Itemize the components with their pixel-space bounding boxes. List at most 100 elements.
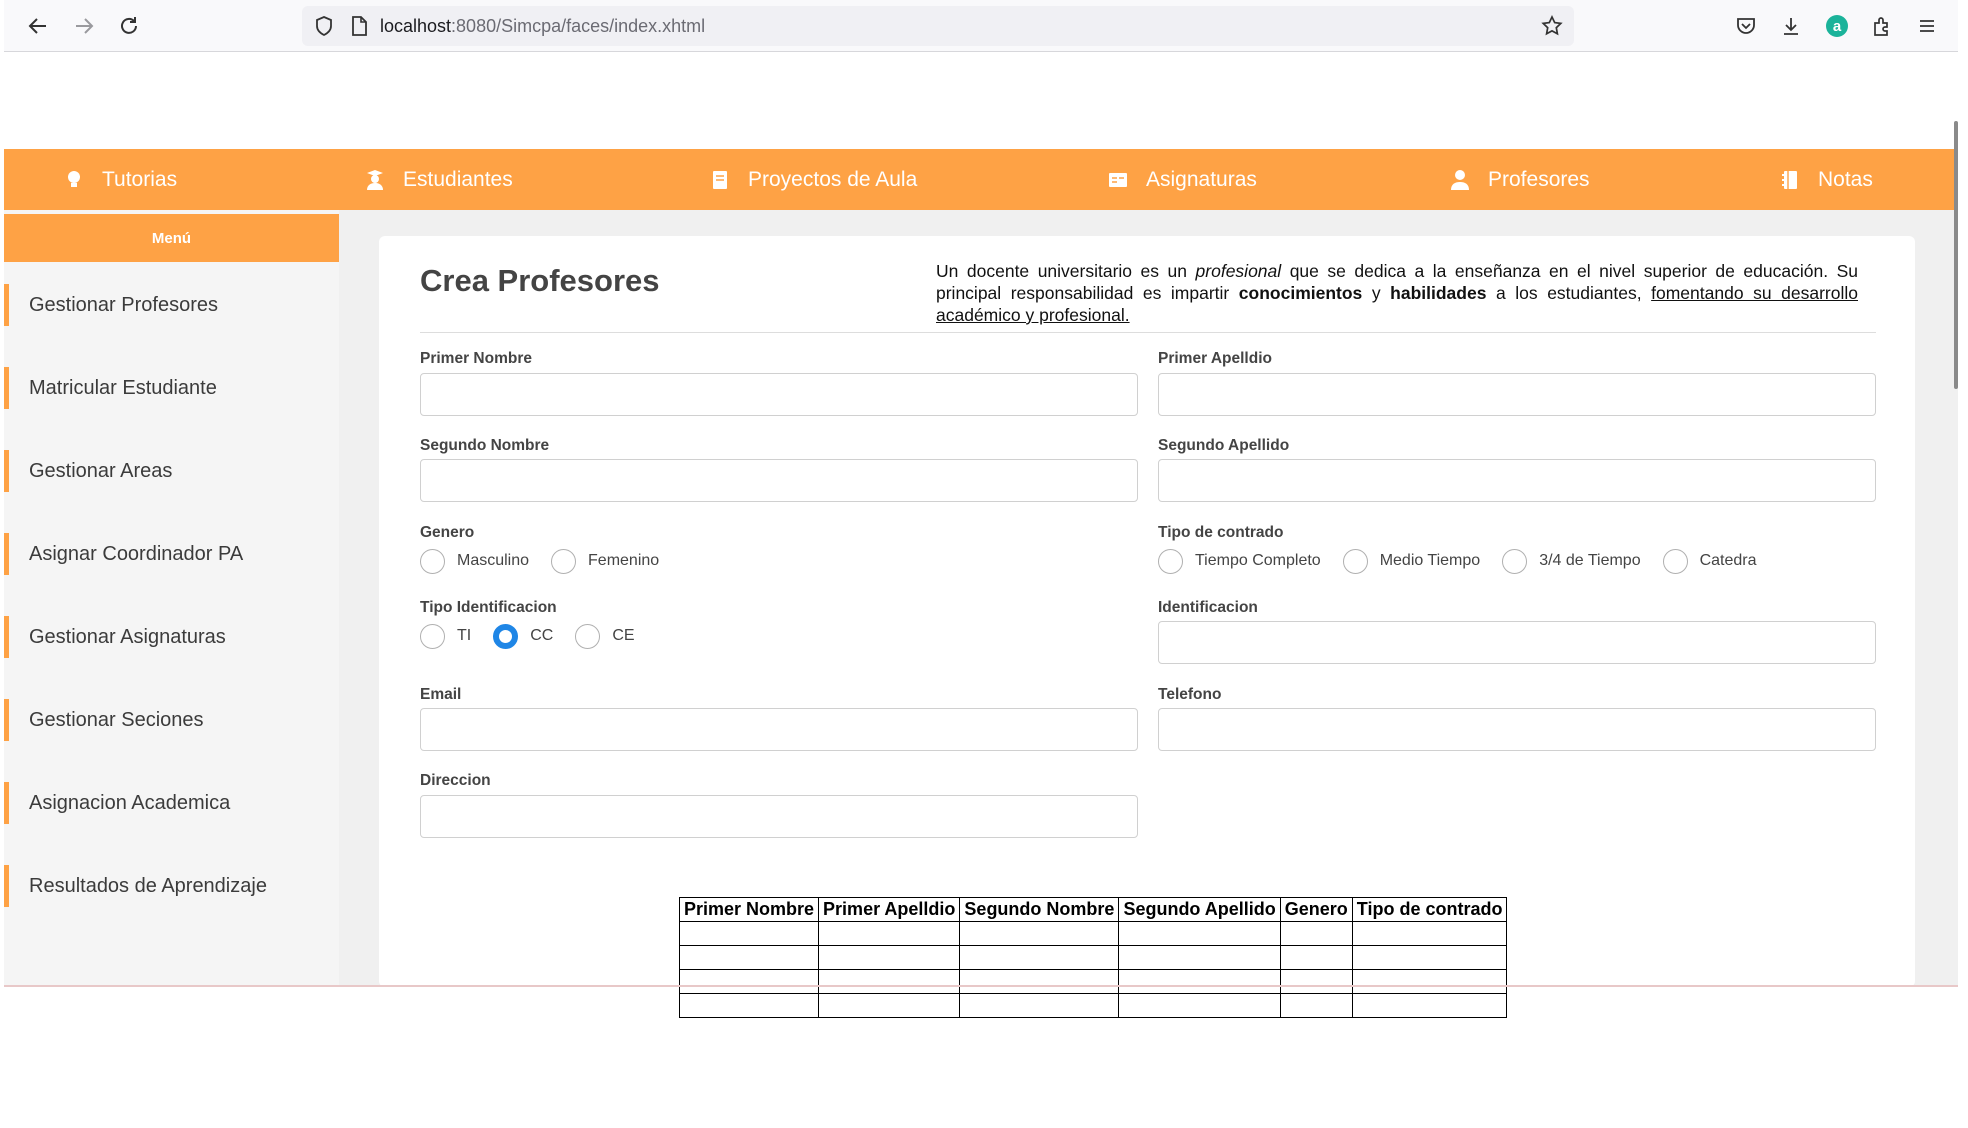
sidebar-item-asignar-coordinador[interactable]: Asignar Coordinador PA [4, 533, 339, 575]
contrado-tiempo-completo-radio[interactable] [1158, 548, 1183, 574]
hamburger-icon [1920, 20, 1934, 32]
extensions-button[interactable] [1869, 13, 1895, 39]
table-cell [1351, 993, 1508, 1018]
reload-button[interactable] [115, 12, 143, 40]
column-header: Primer Apelldio [818, 897, 961, 922]
downloads-button[interactable] [1778, 13, 1804, 39]
back-button[interactable] [24, 12, 52, 40]
scrollbar[interactable] [1954, 121, 1958, 389]
segundo-apellido-label: Segundo Apellido [1158, 437, 1290, 454]
segundo-nombre-input[interactable] [420, 459, 1138, 502]
tipo-identificacion-label: Tipo Identificacion [420, 599, 557, 616]
nav-label: Asignaturas [1146, 167, 1257, 191]
download-icon [1784, 18, 1798, 35]
nav-tutorias[interactable]: Tutorias [64, 149, 177, 210]
table-cell [678, 969, 820, 994]
primer-apellido-label: Primer Apelldio [1158, 350, 1272, 367]
segundo-nombre-label: Segundo Nombre [420, 437, 550, 454]
table-cell [818, 993, 961, 1018]
table-cell [678, 945, 820, 970]
svg-text:a: a [1833, 18, 1842, 35]
genero-masculino-radio[interactable] [420, 548, 445, 574]
nav-label: Estudiantes [403, 167, 513, 191]
sidebar-item-gestionar-profesores[interactable]: Gestionar Profesores [4, 284, 339, 326]
star-icon[interactable] [1540, 14, 1564, 38]
genero-label: Genero [420, 524, 475, 541]
table-cell [959, 945, 1120, 970]
radio-label: Medio Tiempo [1379, 552, 1481, 569]
identificacion-ti-radio[interactable] [420, 623, 445, 649]
nav-notas[interactable]: Notas [1780, 149, 1873, 210]
nav-label: Notas [1818, 167, 1873, 191]
sidebar-item-resultados-aprendizaje[interactable]: Resultados de Aprendizaje [4, 865, 339, 907]
tipo-contrado-radio-group: Tiempo Completo Medio Tiempo 3/4 de Tiem… [1158, 547, 1779, 575]
column-header: Genero [1279, 897, 1353, 922]
forward-button[interactable] [70, 12, 98, 40]
email-input[interactable] [420, 708, 1138, 751]
primer-apellido-input[interactable] [1158, 373, 1876, 416]
desc-bold: habilidades [1390, 283, 1487, 303]
direccion-input[interactable] [420, 795, 1138, 838]
table-cell [1118, 921, 1281, 946]
nav-asignaturas[interactable]: Asignaturas [1108, 149, 1257, 210]
radio-label: Catedra [1699, 552, 1757, 569]
radio-label: CC [530, 627, 554, 644]
divider [420, 332, 1876, 333]
form-description: Un docente universitario es un profesion… [936, 260, 1858, 326]
page-bottom-border [4, 985, 1958, 987]
table-cell [1351, 969, 1508, 994]
puzzle-icon [1874, 17, 1888, 36]
url-host: localhost [380, 16, 452, 36]
sidebar-item-gestionar-areas[interactable]: Gestionar Areas [4, 450, 339, 492]
identificacion-cc-radio[interactable] [493, 623, 519, 649]
form-card: Crea Profesores Un docente universitario… [379, 236, 1915, 987]
book-icon [713, 170, 727, 189]
radio-label: CE [612, 627, 635, 644]
table-cell [959, 993, 1120, 1018]
primer-nombre-input[interactable] [420, 373, 1138, 416]
nav-estudiantes[interactable]: Estudiantes [365, 149, 513, 210]
account-button[interactable]: a [1824, 13, 1850, 39]
sidebar-item-asignacion-academica[interactable]: Asignacion Academica [4, 782, 339, 824]
top-navigation: Tutorias Estudiantes Proyectos de Aula A… [4, 149, 1958, 210]
contrado-3-4-tiempo-radio[interactable] [1502, 548, 1528, 574]
sidebar-item-matricular-estudiante[interactable]: Matricular Estudiante [4, 367, 339, 409]
identificacion-label: Identificacion [1158, 599, 1258, 616]
card-icon [1109, 172, 1127, 187]
desc-text: y [1362, 283, 1391, 303]
contrado-catedra-radio[interactable] [1662, 548, 1688, 574]
table-cell [1279, 993, 1353, 1018]
table-cell [959, 921, 1120, 946]
column-header: Segundo Apellido [1118, 897, 1281, 922]
table-row [678, 945, 1508, 970]
nav-profesores[interactable]: Profesores [1450, 149, 1590, 210]
nav-label: Proyectos de Aula [748, 167, 918, 191]
table-cell [1279, 969, 1353, 994]
table-row [678, 993, 1508, 1018]
identificacion-ce-radio[interactable] [575, 623, 601, 649]
email-label: Email [420, 686, 462, 703]
url-text[interactable]: localhost:8080/Simcpa/faces/index.xhtml [380, 16, 705, 37]
sidebar-item-gestionar-seciones[interactable]: Gestionar Seciones [4, 699, 339, 741]
genero-femenino-radio[interactable] [551, 548, 577, 574]
telefono-input[interactable] [1158, 708, 1876, 751]
column-header: Primer Nombre [678, 897, 820, 922]
avatar-icon: a [1826, 15, 1848, 37]
identificacion-input[interactable] [1158, 621, 1876, 664]
sidebar-item-gestionar-asignaturas[interactable]: Gestionar Asignaturas [4, 616, 339, 658]
radio-label: Femenino [588, 552, 660, 569]
table-cell [1279, 921, 1353, 946]
contrado-medio-tiempo-radio[interactable] [1342, 548, 1368, 574]
genero-radio-group: Masculino Femenino [420, 547, 681, 575]
table-cell [1351, 945, 1508, 970]
shield-icon[interactable] [312, 14, 336, 38]
address-bar[interactable]: localhost:8080/Simcpa/faces/index.xhtml [302, 6, 1574, 46]
pocket-icon [1737, 18, 1755, 34]
menu-button[interactable] [1914, 13, 1940, 39]
segundo-apellido-input[interactable] [1158, 459, 1876, 502]
pocket-button[interactable] [1733, 13, 1759, 39]
direccion-label: Direccion [420, 772, 491, 789]
arrow-left-icon [28, 18, 46, 34]
lightbulb-icon [68, 170, 80, 187]
nav-proyectos-de-aula[interactable]: Proyectos de Aula [710, 149, 917, 210]
